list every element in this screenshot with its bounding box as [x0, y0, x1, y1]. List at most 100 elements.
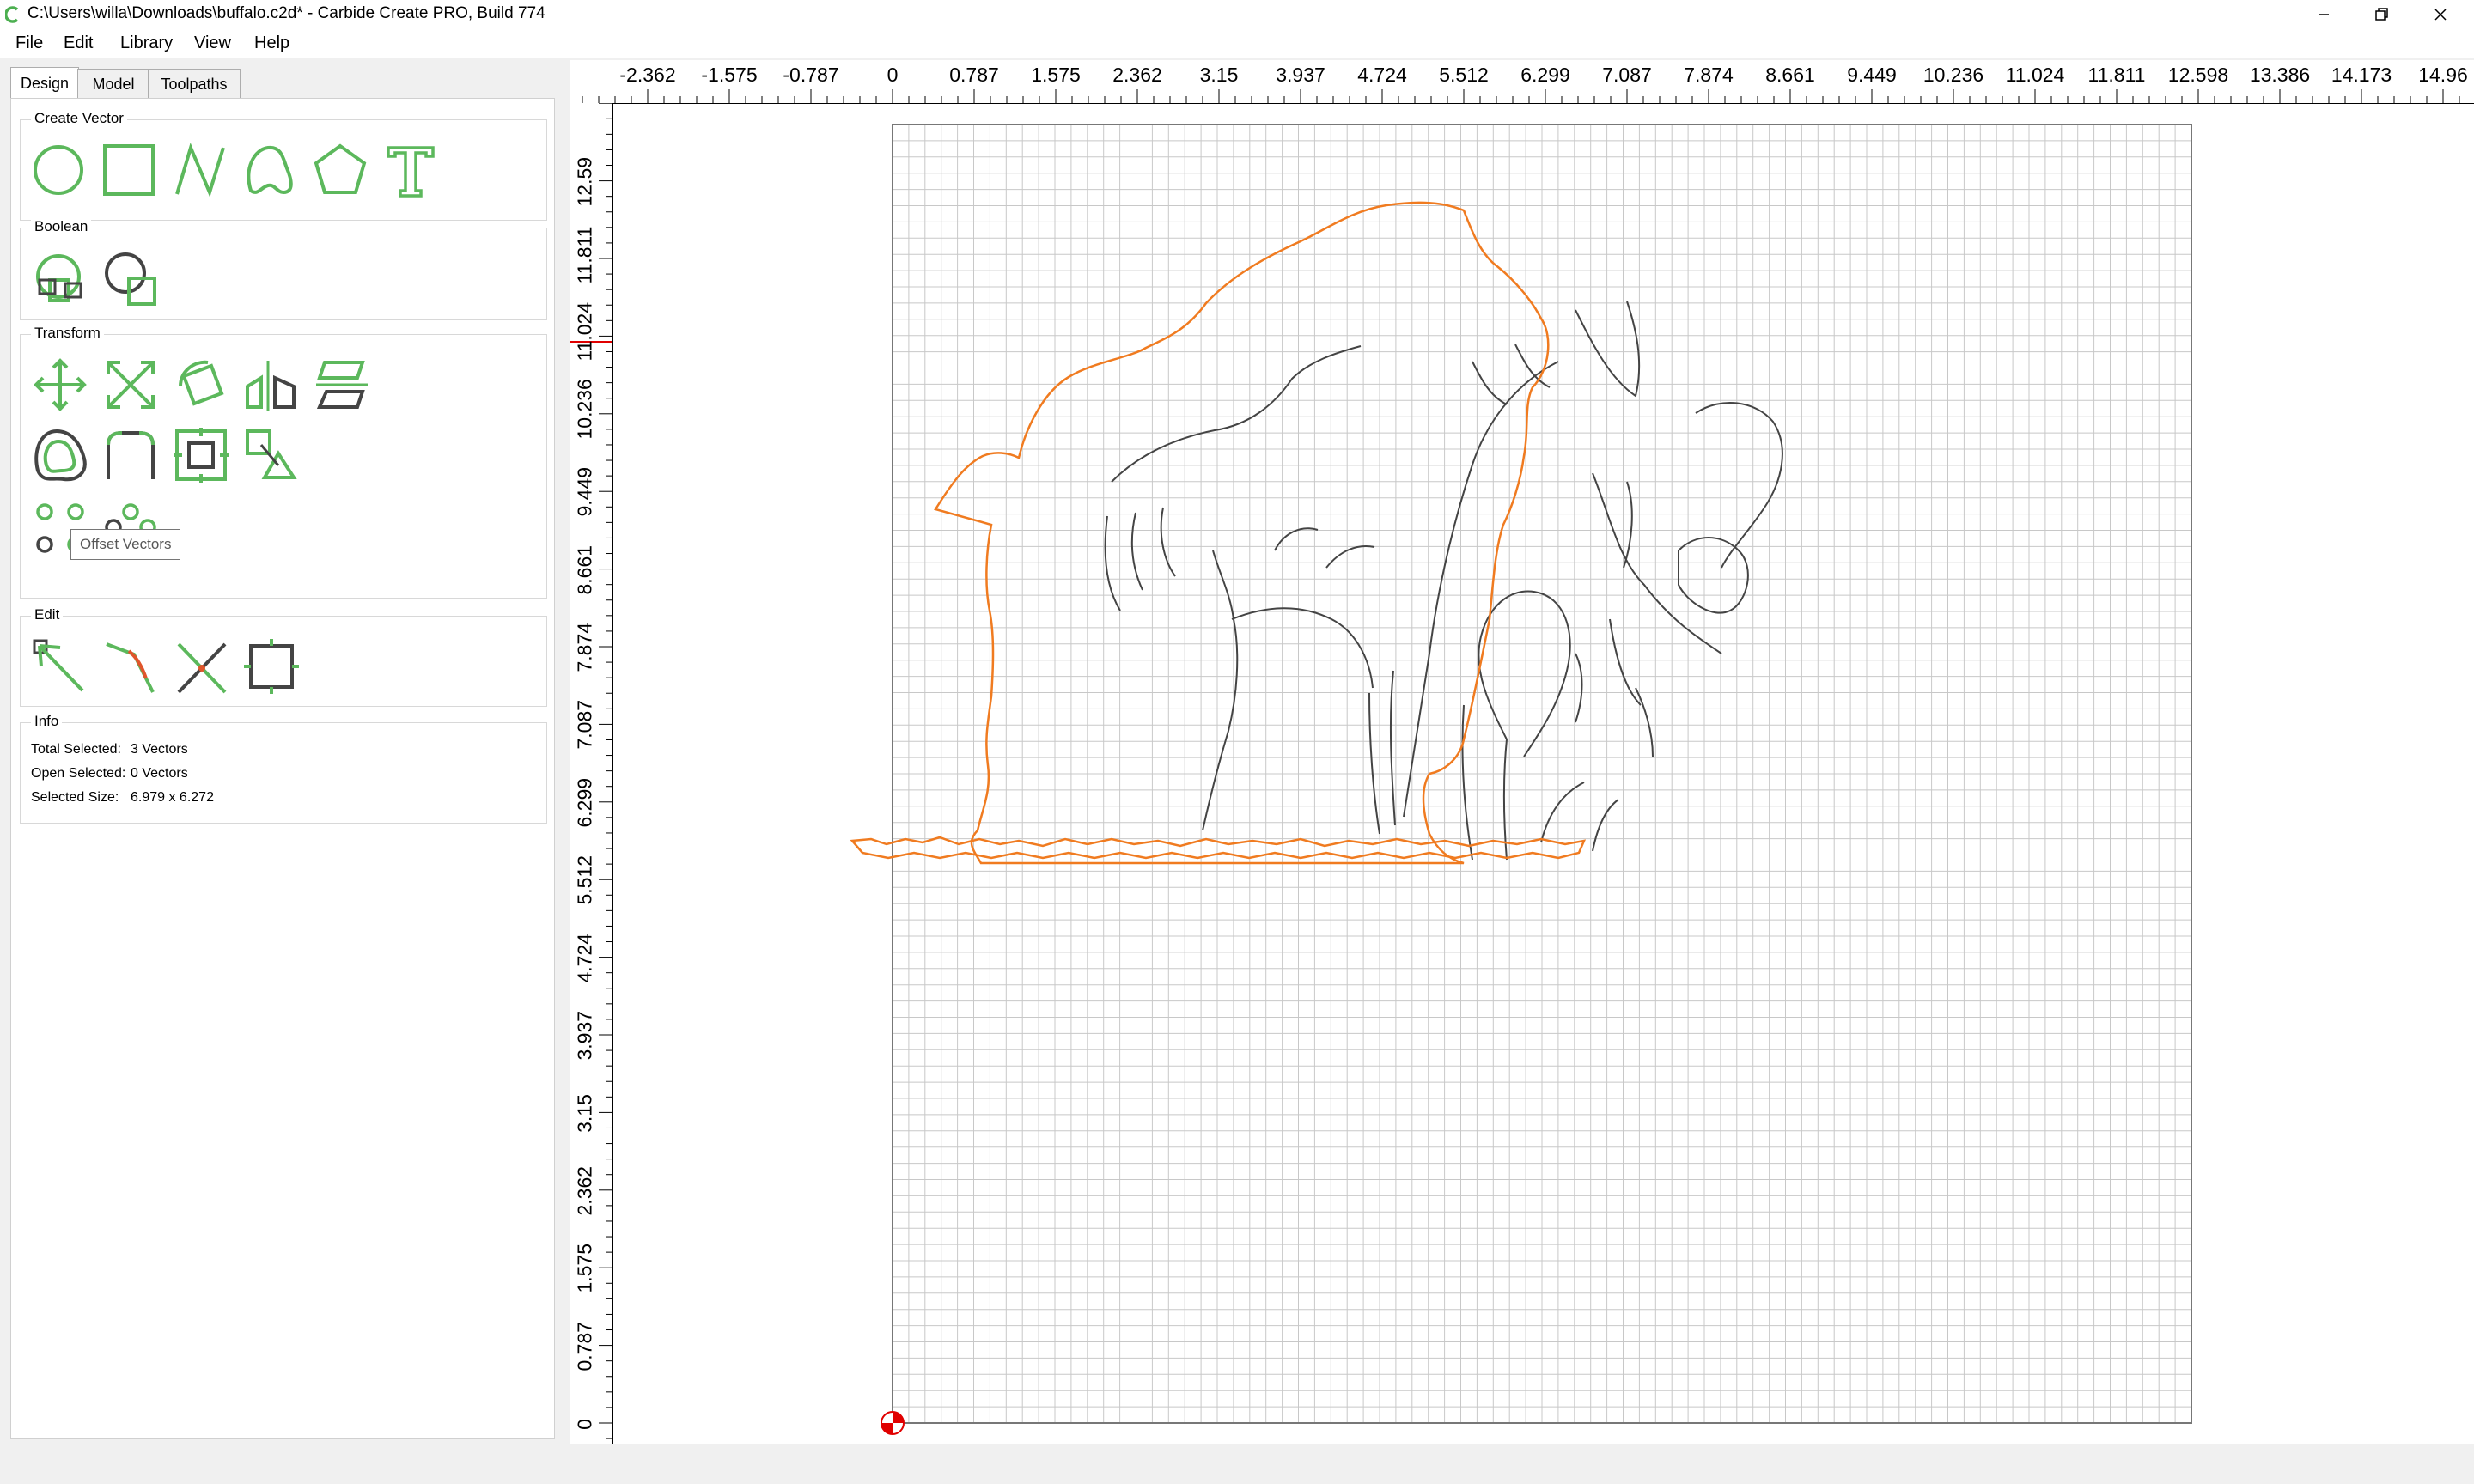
menu-library[interactable]: Library	[120, 33, 173, 53]
ruler-label-x: 0.787	[949, 64, 999, 86]
ruler-label-x: -2.362	[619, 64, 676, 86]
ruler-label-y: 9.449	[573, 467, 596, 517]
horizontal-ruler: -2.362 -1.575 -0.787 0 0.787 1.575 2.362 3.15 3.…	[570, 60, 2474, 104]
title-bar: C:\Users\willa\Downloads\buffalo.c2d* - …	[0, 0, 2474, 29]
vector-belly[interactable]	[1274, 527, 1375, 569]
menu-edit[interactable]: Edit	[64, 33, 93, 53]
mirror-icon[interactable]	[244, 357, 301, 414]
text-icon[interactable]	[383, 143, 440, 199]
ruler-label-x: 4.724	[1357, 64, 1407, 86]
scale-icon[interactable]	[103, 357, 160, 414]
ruler-label-y: 10.236	[573, 378, 596, 440]
polyline-icon[interactable]	[172, 143, 229, 199]
menu-view[interactable]: View	[194, 33, 231, 53]
design-canvas[interactable]	[613, 104, 2474, 1444]
menu-help[interactable]: Help	[254, 33, 289, 53]
ruler-label-x: 13.386	[2249, 64, 2311, 86]
ruler-label-x: 14.173	[2331, 64, 2392, 86]
bounding-box-icon[interactable]	[244, 639, 301, 696]
tab-design[interactable]: Design	[10, 67, 79, 99]
design-tab-content: Create Vector Boolean Transform Edit Inf…	[10, 98, 555, 1439]
boolean-union-icon[interactable]	[33, 251, 89, 307]
ruler-label-x: -1.575	[701, 64, 758, 86]
total-selected-value: 3 Vectors	[131, 742, 188, 757]
info-group: Info Total Selected: 3 Vectors Open Sele…	[20, 713, 547, 824]
tab-model[interactable]: Model	[77, 69, 149, 99]
curve-edit-icon[interactable]	[103, 639, 160, 696]
vector-beard[interactable]	[1609, 481, 1642, 706]
vector-hump-line[interactable]	[1403, 361, 1559, 818]
vector-leg-2[interactable]	[1368, 670, 1396, 835]
ruler-label-y: 4.724	[573, 933, 596, 983]
offset-icon[interactable]	[33, 428, 89, 484]
restore-icon	[2375, 8, 2388, 21]
ruler-label-x: 7.087	[1602, 64, 1652, 86]
vector-face[interactable]	[1592, 472, 1722, 654]
node-edit-icon[interactable]	[33, 639, 89, 696]
ruler-label-x: 1.575	[1031, 64, 1081, 86]
circle-icon[interactable]	[33, 143, 89, 199]
ruler-label-x: 9.449	[1847, 64, 1897, 86]
ruler-label-x: 12.598	[2167, 64, 2229, 86]
ruler-label-y: 0.787	[573, 1321, 596, 1371]
ruler-label-y: 11.024	[573, 302, 596, 362]
ruler-label-y: 12.59	[573, 156, 596, 207]
ruler-label-x: 3.937	[1276, 64, 1325, 86]
buffalo-detail-vectors[interactable]	[1104, 301, 1783, 861]
tab-toolpaths[interactable]: Toolpaths	[148, 69, 241, 99]
buffalo-outline-vector[interactable]	[934, 201, 1550, 865]
status-strip	[570, 1444, 2474, 1484]
window-title: C:\Users\willa\Downloads\buffalo.c2d* - …	[27, 4, 545, 22]
ruler-label-x: 14.96	[2418, 64, 2468, 86]
canvas-drawing[interactable]	[613, 104, 2474, 1444]
ruler-label-x: 5.512	[1439, 64, 1489, 86]
vector-front-leg[interactable]	[1202, 550, 1239, 831]
edit-title: Edit	[31, 606, 64, 623]
ruler-label-x: 2.362	[1112, 64, 1162, 86]
vector-back-line[interactable]	[1111, 345, 1362, 483]
ruler-label-y: 7.087	[573, 700, 596, 750]
ruler-label-x: 6.299	[1520, 64, 1570, 86]
curve-icon[interactable]	[242, 143, 299, 199]
vertical-ruler: 12.59 11.811 11.024 10.236 9.449 8.661 7.874 7.…	[570, 103, 613, 1444]
align-icon[interactable]	[174, 428, 230, 484]
edit-group: Edit	[20, 606, 547, 707]
selected-size-value: 6.979 x 6.272	[131, 790, 214, 805]
array-icon[interactable]	[244, 428, 301, 484]
rotate-icon[interactable]	[174, 357, 230, 414]
selected-size-label: Selected Size:	[31, 790, 119, 805]
skew-icon[interactable]	[314, 357, 371, 414]
info-title: Info	[31, 713, 63, 730]
create-vector-title: Create Vector	[31, 110, 127, 127]
vector-chest[interactable]	[1231, 607, 1374, 689]
app-logo-icon	[5, 6, 19, 23]
open-selected-label: Open Selected:	[31, 766, 126, 781]
vector-eye-area[interactable]	[1678, 537, 1749, 614]
boolean-title: Boolean	[31, 218, 92, 235]
polygon-icon[interactable]	[313, 143, 369, 199]
ruler-label-y: 7.874	[573, 622, 596, 672]
vector-front-legs[interactable]	[1461, 704, 1508, 861]
open-selected-value: 0 Vectors	[131, 766, 188, 781]
design-panel: Design Model Toolpaths Create Vector Boo…	[0, 58, 567, 1484]
trim-icon[interactable]	[174, 639, 230, 696]
rectangle-icon[interactable]	[101, 143, 158, 199]
close-button[interactable]	[2402, 0, 2474, 29]
ruler-label-y: 5.512	[573, 855, 596, 905]
ruler-label-x: 3.15	[1199, 64, 1239, 86]
fillet-icon[interactable]	[103, 428, 160, 484]
close-icon	[2434, 9, 2447, 21]
ruler-label-x: 8.661	[1765, 64, 1815, 86]
ruler-label-y: 0	[573, 1419, 596, 1430]
ruler-label-x: -0.787	[783, 64, 839, 86]
move-icon[interactable]	[33, 357, 89, 414]
create-vector-group: Create Vector	[20, 110, 547, 221]
transform-title: Transform	[31, 325, 104, 342]
menu-file[interactable]: File	[15, 33, 43, 53]
vector-body-shoulder[interactable]	[1478, 590, 1571, 757]
ruler-label-y: 6.299	[573, 777, 596, 828]
ruler-label-y: 11.811	[573, 226, 596, 284]
tooltip: Offset Vectors	[70, 529, 181, 560]
boolean-subtract-icon[interactable]	[103, 251, 160, 307]
origin-marker-icon	[881, 1411, 905, 1435]
